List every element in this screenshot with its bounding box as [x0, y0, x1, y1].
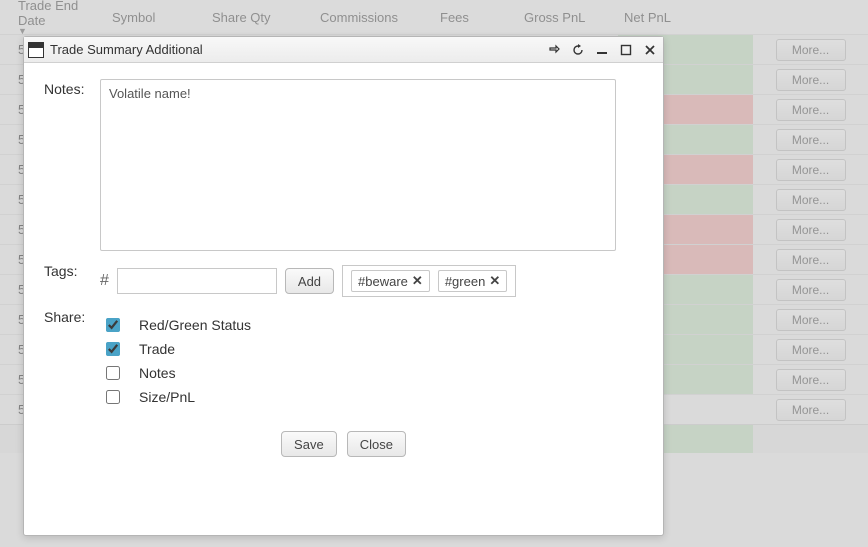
close-icon[interactable]	[643, 43, 657, 57]
share-label: Share:	[44, 307, 100, 325]
pin-icon[interactable]	[547, 43, 561, 57]
close-button[interactable]: Close	[347, 431, 406, 457]
notes-textarea[interactable]	[100, 79, 616, 251]
tags-input[interactable]	[117, 268, 277, 294]
share-item: Trade	[100, 337, 251, 361]
minimize-icon[interactable]	[595, 43, 609, 57]
share-item: Size/PnL	[100, 385, 251, 409]
share-checkbox[interactable]	[106, 390, 120, 404]
share-item: Red/Green Status	[100, 313, 251, 337]
share-item: Notes	[100, 361, 251, 385]
share-checkbox[interactable]	[106, 318, 120, 332]
tag-bucket: #beware ✕ #green ✕	[342, 265, 516, 297]
refresh-icon[interactable]	[571, 43, 585, 57]
tag-text: #beware	[358, 274, 408, 289]
share-checkbox[interactable]	[106, 342, 120, 356]
share-item-label: Trade	[139, 341, 175, 357]
trade-summary-additional-modal: Trade Summary Additional Notes: T	[23, 36, 664, 536]
maximize-icon[interactable]	[619, 43, 633, 57]
tag-remove-icon[interactable]: ✕	[489, 273, 500, 289]
tag-chip: #beware ✕	[351, 270, 430, 292]
share-item-label: Red/Green Status	[139, 317, 251, 333]
share-item-label: Notes	[139, 365, 176, 381]
modal-title: Trade Summary Additional	[50, 42, 547, 57]
notes-label: Notes:	[44, 79, 100, 97]
add-tag-button[interactable]: Add	[285, 268, 334, 294]
share-checkbox[interactable]	[106, 366, 120, 380]
tags-label: Tags:	[44, 261, 100, 279]
window-icon	[28, 42, 44, 58]
tag-text: #green	[445, 274, 485, 289]
tags-hash-prefix: #	[100, 272, 109, 290]
save-button[interactable]: Save	[281, 431, 337, 457]
modal-titlebar[interactable]: Trade Summary Additional	[24, 37, 663, 63]
share-item-label: Size/PnL	[139, 389, 195, 405]
tag-chip: #green ✕	[438, 270, 507, 292]
tag-remove-icon[interactable]: ✕	[412, 273, 423, 289]
